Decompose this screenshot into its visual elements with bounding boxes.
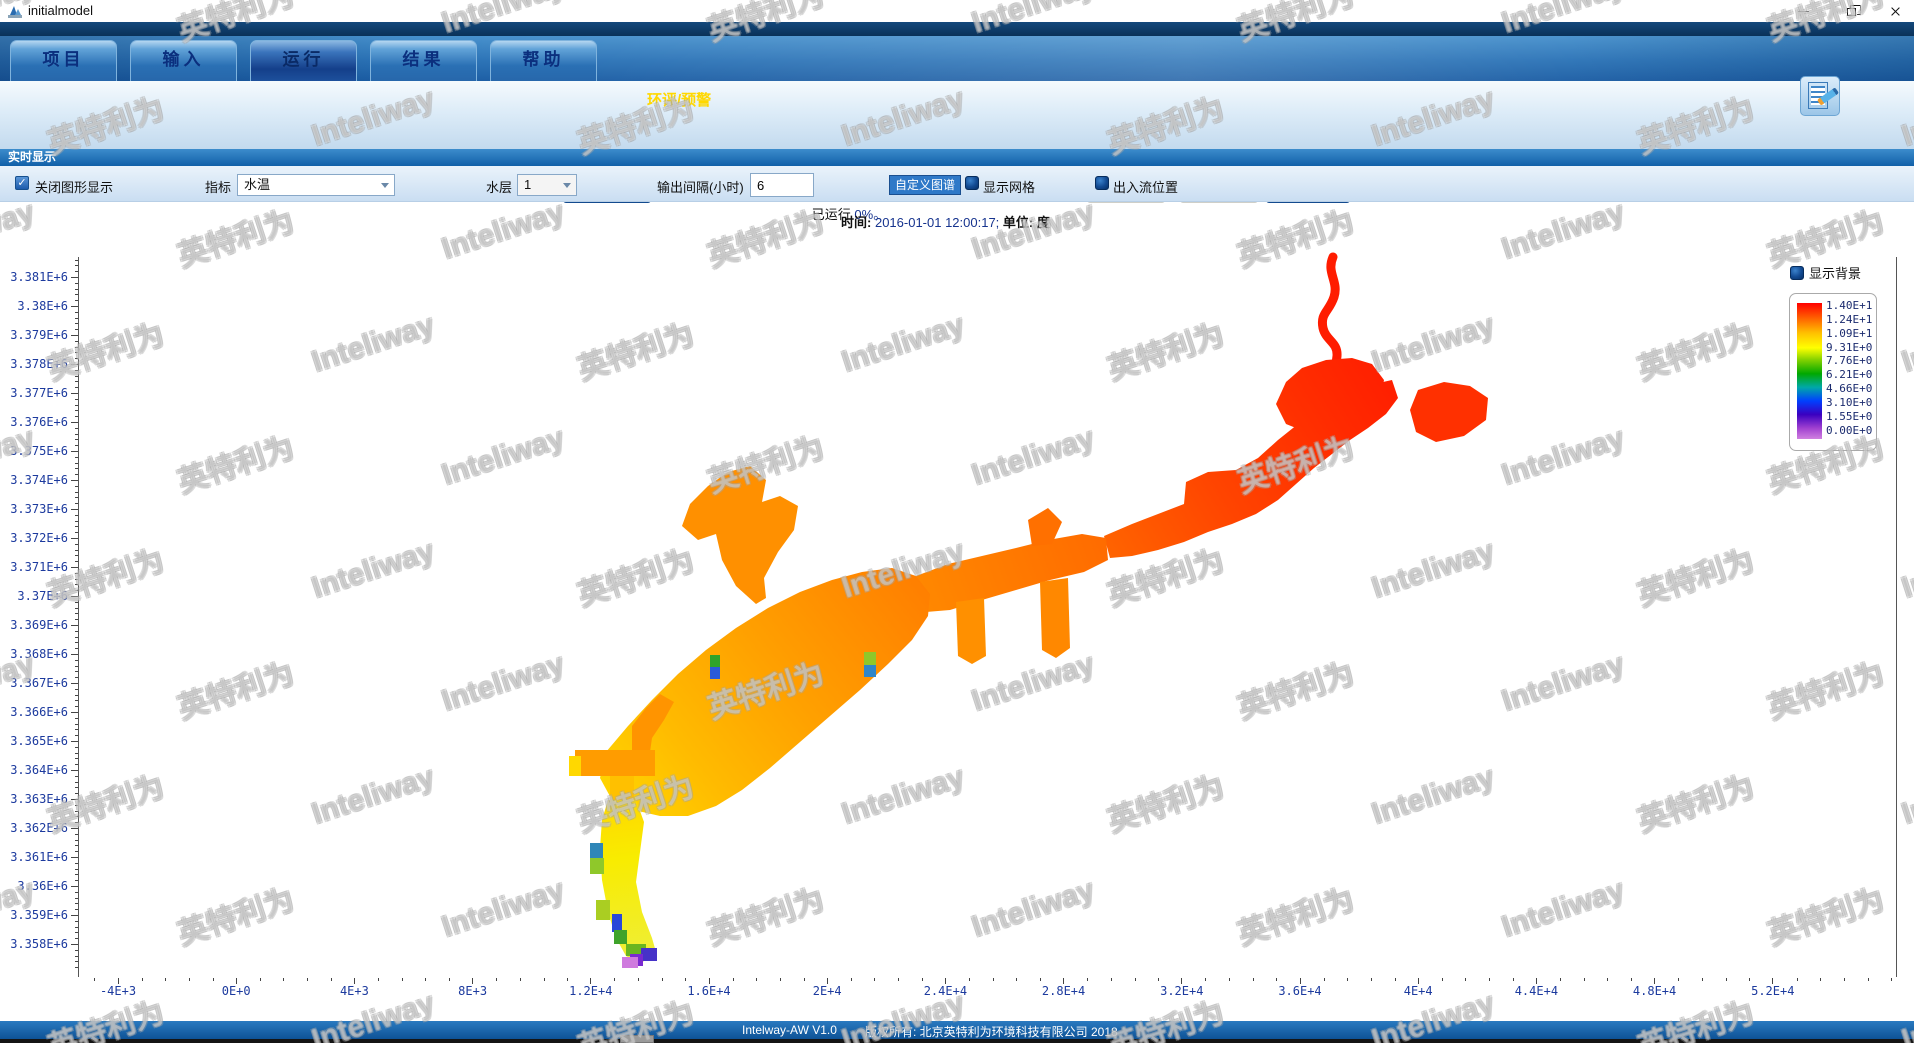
report-document-button[interactable] — [1800, 76, 1840, 116]
legend-value: 6.21E+0 — [1826, 368, 1876, 381]
product-version: Intelway-AW V1.0 — [742, 1023, 837, 1037]
tab-run[interactable]: 运行 — [250, 40, 357, 81]
tab-help[interactable]: 帮助 — [490, 40, 597, 81]
legend-value: 1.24E+1 — [1826, 313, 1876, 326]
copyright-text: 版权所有: 北京英特利为环境科技有限公司 2018 — [865, 1023, 1118, 1040]
tab-results[interactable]: 结果 — [370, 40, 477, 81]
env-warning-label[interactable]: 环评/预警 — [647, 89, 711, 110]
legend-value: 1.09E+1 — [1826, 327, 1876, 340]
legend-value: 4.66E+0 — [1826, 382, 1876, 395]
legend-value: 3.10E+0 — [1826, 396, 1876, 409]
legend-value: 1.40E+1 — [1826, 299, 1876, 312]
legend-value: 1.55E+0 — [1826, 410, 1876, 423]
application-window: initialmodel 项目 输入 运行 结果 帮助 环评/预警 运行模型 已… — [0, 0, 1914, 1043]
bottom-strip — [0, 1039, 1914, 1043]
legend-value: 9.31E+0 — [1826, 341, 1876, 354]
legend-gradient-bar — [1797, 303, 1822, 439]
statusbar: Intelway-AW V1.0 版权所有: 北京英特利为环境科技有限公司 20… — [0, 1021, 1914, 1039]
taskbar-peek — [620, 1035, 654, 1043]
legend-value: 0.00E+0 — [1826, 424, 1876, 437]
show-background-toggle[interactable]: 显示背景 — [1790, 263, 1861, 282]
color-legend: 1.40E+11.24E+11.09E+19.31E+07.76E+06.21E… — [1789, 293, 1877, 451]
show-background-checkbox[interactable] — [1790, 266, 1804, 280]
tab-project[interactable]: 项目 — [10, 40, 117, 81]
show-background-label: 显示背景 — [1809, 263, 1861, 282]
water-temperature-heatmap — [0, 0, 1914, 1043]
tab-input[interactable]: 输入 — [130, 40, 237, 81]
legend-value: 7.76E+0 — [1826, 354, 1876, 367]
